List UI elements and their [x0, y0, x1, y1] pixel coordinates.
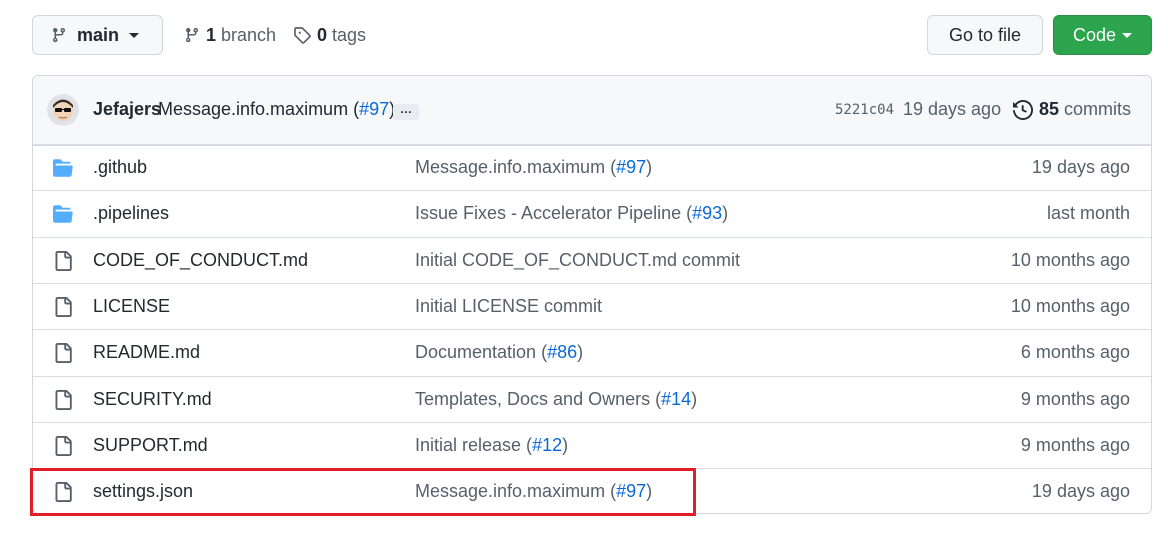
tags-label: tags: [332, 24, 367, 45]
branch-name: main: [77, 24, 120, 45]
file-commit-message[interactable]: Initial CODE_OF_CONDUCT.md commit: [415, 250, 740, 271]
chevron-down-icon: [1122, 32, 1133, 38]
file-commit-message[interactable]: Issue Fixes - Accelerator Pipeline (#93): [415, 203, 728, 224]
file-commit-message[interactable]: Templates, Docs and Owners (#14): [415, 389, 697, 410]
file-commit-message[interactable]: Message.info.maximum (#97): [415, 481, 652, 502]
file-commit-end: ): [646, 481, 653, 502]
file-commit-pr-link[interactable]: #97: [616, 481, 646, 501]
repo-toolbar: main 1 branch 0 tags Go to file Code: [32, 15, 1152, 55]
file-row[interactable]: .pipelines Issue Fixes - Accelerator Pipe…: [33, 190, 1151, 236]
file-commit-pr-link[interactable]: #12: [532, 435, 562, 455]
folder-icon: [53, 204, 73, 224]
file-commit-end: ): [691, 388, 698, 409]
file-name[interactable]: README.md: [93, 342, 200, 363]
file-icon: [53, 389, 73, 410]
file-commit-age: 6 months ago: [1020, 342, 1130, 363]
file-commit-age: 10 months ago: [1010, 249, 1130, 270]
file-commit-message[interactable]: Documentation (#86): [415, 342, 583, 363]
file-icon: [53, 482, 73, 503]
commit-message[interactable]: Message.info.maximum (#97): [158, 99, 395, 120]
file-commit-age: last month: [1046, 203, 1130, 224]
git-branch-icon: [53, 27, 65, 43]
chevron-down-icon: [129, 32, 140, 38]
file-commit-age: 9 months ago: [1020, 388, 1130, 409]
branches-count: 1: [206, 24, 217, 45]
file-commit-age: 19 days ago: [1031, 481, 1130, 502]
file-icon: [53, 296, 73, 317]
tags-link[interactable]: 0 tags: [293, 15, 366, 55]
file-row[interactable]: SUPPORT.md Initial release (#12) 9 months …: [33, 421, 1151, 468]
tags-count: 0: [317, 24, 328, 45]
file-commit-text: Initial LICENSE commit: [415, 295, 603, 316]
file-commit-message[interactable]: Message.info.maximum (#97): [415, 157, 652, 178]
file-commit-end: ): [722, 203, 729, 224]
file-row[interactable]: .github Message.info.maximum (#97) 19 days…: [33, 144, 1151, 190]
commit-sha[interactable]: 5221c04: [835, 102, 894, 118]
git-branch-icon: [186, 27, 198, 43]
file-commit-text: Issue Fixes - Accelerator Pipeline (: [415, 203, 693, 224]
file-row[interactable]: README.md Documentation (#86) 6 months ago: [33, 329, 1151, 375]
file-commit-end: ): [646, 157, 653, 177]
code-button-label: Code: [1072, 24, 1117, 45]
commit-pr-link[interactable]: #97: [359, 99, 389, 119]
file-commit-text: Message.info.maximum (: [415, 157, 617, 177]
file-commit-text: Documentation (: [415, 342, 548, 363]
file-name[interactable]: LICENSE: [93, 296, 170, 317]
file-name[interactable]: .github: [93, 157, 147, 178]
file-icon: [53, 250, 73, 271]
tag-icon: [294, 27, 311, 44]
file-commit-message[interactable]: Initial release (#12): [415, 435, 568, 456]
file-commit-pr-link[interactable]: #14: [661, 389, 691, 409]
file-icon: [53, 435, 73, 456]
commits-count: 85: [1039, 99, 1060, 119]
expand-commit-button[interactable]: …: [393, 103, 419, 120]
file-commit-pr-link[interactable]: #93: [692, 203, 722, 223]
file-name[interactable]: .pipelines: [93, 203, 169, 224]
file-commit-text: Initial CODE_OF_CONDUCT.md commit: [415, 249, 741, 270]
commit-age: 19 days ago: [903, 99, 1002, 119]
file-row[interactable]: CODE_OF_CONDUCT.md Initial CODE_OF_CONDUC…: [33, 236, 1151, 283]
go-to-file-button[interactable]: Go to file: [927, 15, 1043, 55]
file-icon: [53, 343, 73, 364]
file-row[interactable]: SECURITY.md Templates, Docs and Owners (#…: [33, 375, 1151, 422]
commit-author[interactable]: Jefajers: [93, 99, 161, 120]
commit-message-text: Message.info.maximum (: [158, 99, 360, 119]
commits-label: commits: [1064, 99, 1132, 119]
file-commit-pr-link[interactable]: #97: [616, 157, 646, 177]
file-commit-text: Initial release (: [415, 434, 533, 455]
file-name[interactable]: settings.json: [93, 481, 193, 502]
file-name[interactable]: CODE_OF_CONDUCT.md: [93, 250, 308, 271]
branches-link[interactable]: 1 branch: [184, 15, 276, 55]
branch-select-button[interactable]: main: [32, 15, 163, 55]
latest-commit-bar: Jefajers Message.info.maximum (#97) … 52…: [33, 76, 1151, 146]
file-name[interactable]: SUPPORT.md: [93, 435, 208, 456]
file-row[interactable]: LICENSE Initial LICENSE commit 10 months a…: [33, 282, 1151, 329]
file-commit-end: ): [562, 434, 569, 455]
file-commit-age: 19 days ago: [1031, 157, 1130, 177]
avatar[interactable]: [47, 94, 79, 126]
history-icon: [1013, 99, 1033, 120]
code-button[interactable]: Code: [1053, 15, 1152, 55]
file-commit-pr-link[interactable]: #86: [547, 342, 577, 362]
file-commit-text: Templates, Docs and Owners (: [415, 388, 662, 409]
file-row[interactable]: settings.json Message.info.maximum (#97) 1…: [33, 468, 1151, 513]
file-browser: Jefajers Message.info.maximum (#97) … 52…: [32, 75, 1152, 514]
file-commit-text: Message.info.maximum (: [415, 481, 617, 502]
file-commit-age: 10 months ago: [1010, 295, 1130, 316]
commits-history-link[interactable]: 85 commits: [1013, 99, 1131, 120]
branches-label: branch: [221, 24, 277, 45]
file-commit-end: ): [577, 342, 584, 363]
file-commit-message[interactable]: Initial LICENSE commit: [415, 296, 602, 317]
file-commit-age: 9 months ago: [1020, 434, 1130, 455]
folder-icon: [53, 158, 73, 178]
file-name[interactable]: SECURITY.md: [93, 389, 212, 410]
